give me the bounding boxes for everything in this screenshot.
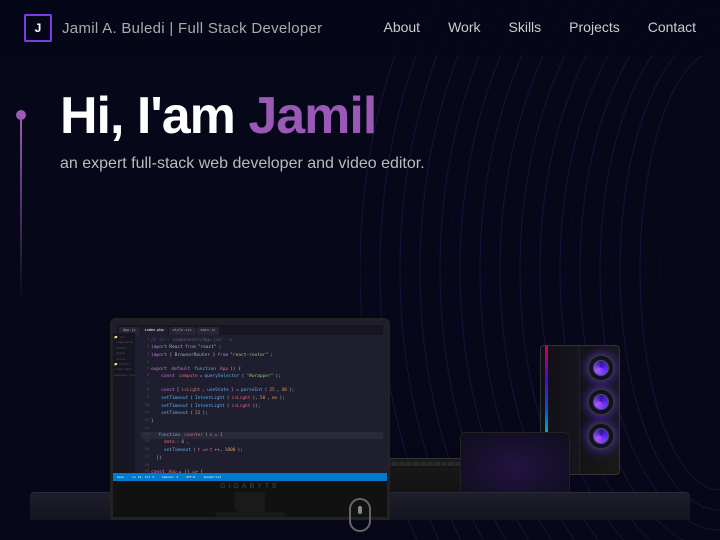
- nav-item-about[interactable]: About: [383, 19, 420, 37]
- editor-tab-4: main.js: [197, 327, 220, 335]
- code-sidebar: 📁 src components assets pages utils 📁 pu…: [113, 333, 135, 481]
- monitor-stand: [235, 492, 265, 512]
- nav-brand-text: Jamil A. Buledi | Full Stack Developer: [62, 20, 322, 37]
- scroll-wheel: [358, 506, 362, 514]
- nav-item-work[interactable]: Work: [448, 19, 480, 37]
- nav-item-skills[interactable]: Skills: [509, 19, 542, 37]
- pc-fan-middle: [587, 388, 615, 416]
- pc-fan-inner-middle: [593, 394, 609, 410]
- code-editor: App.js index.php style.css main.js 📁 src…: [113, 321, 387, 481]
- editor-tab-2: index.php: [141, 327, 168, 335]
- monitor-base: [215, 512, 285, 517]
- hero-subtitle: an expert full-stack web developer and v…: [60, 155, 660, 173]
- nav-link-about[interactable]: About: [383, 19, 420, 35]
- pc-fan-inner-bottom: [593, 428, 609, 444]
- editor-tabs: App.js index.php style.css main.js: [117, 325, 383, 335]
- pc-fan-bottom: [587, 422, 615, 450]
- nav-brand: J Jamil A. Buledi | Full Stack Developer: [24, 14, 322, 42]
- mousepad-pattern: [461, 433, 569, 501]
- nav-link-projects[interactable]: Projects: [569, 19, 620, 35]
- monitor: App.js index.php style.css main.js 📁 src…: [110, 318, 390, 520]
- pc-fan-inner-top: [593, 360, 609, 376]
- desk-setup: App.js index.php style.css main.js 📁 src…: [110, 318, 610, 520]
- nav-link-contact[interactable]: Contact: [648, 19, 696, 35]
- pc-fan-top: [587, 354, 615, 382]
- nav-item-projects[interactable]: Projects: [569, 19, 620, 37]
- nav-link-skills[interactable]: Skills: [509, 19, 542, 35]
- scroll-mouse-icon: [349, 498, 371, 532]
- editor-tab-3: style.css: [169, 327, 196, 335]
- nav-logo: J: [24, 14, 52, 42]
- scroll-indicator: [349, 498, 371, 532]
- code-main: 1// <!-- components/App.jsx --> 2import …: [141, 337, 383, 481]
- navbar: J Jamil A. Buledi | Full Stack Developer…: [0, 0, 720, 56]
- nav-links: About Work Skills Projects Contact: [383, 19, 696, 37]
- nav-item-contact[interactable]: Contact: [648, 19, 696, 37]
- nav-link-work[interactable]: Work: [448, 19, 480, 35]
- monitor-screen: App.js index.php style.css main.js 📁 src…: [113, 321, 387, 481]
- mousepad-design: [461, 433, 569, 501]
- hero-section: Hi, I'am Jamil an expert full-stack web …: [0, 56, 720, 173]
- hero-title: Hi, I'am Jamil: [60, 88, 660, 145]
